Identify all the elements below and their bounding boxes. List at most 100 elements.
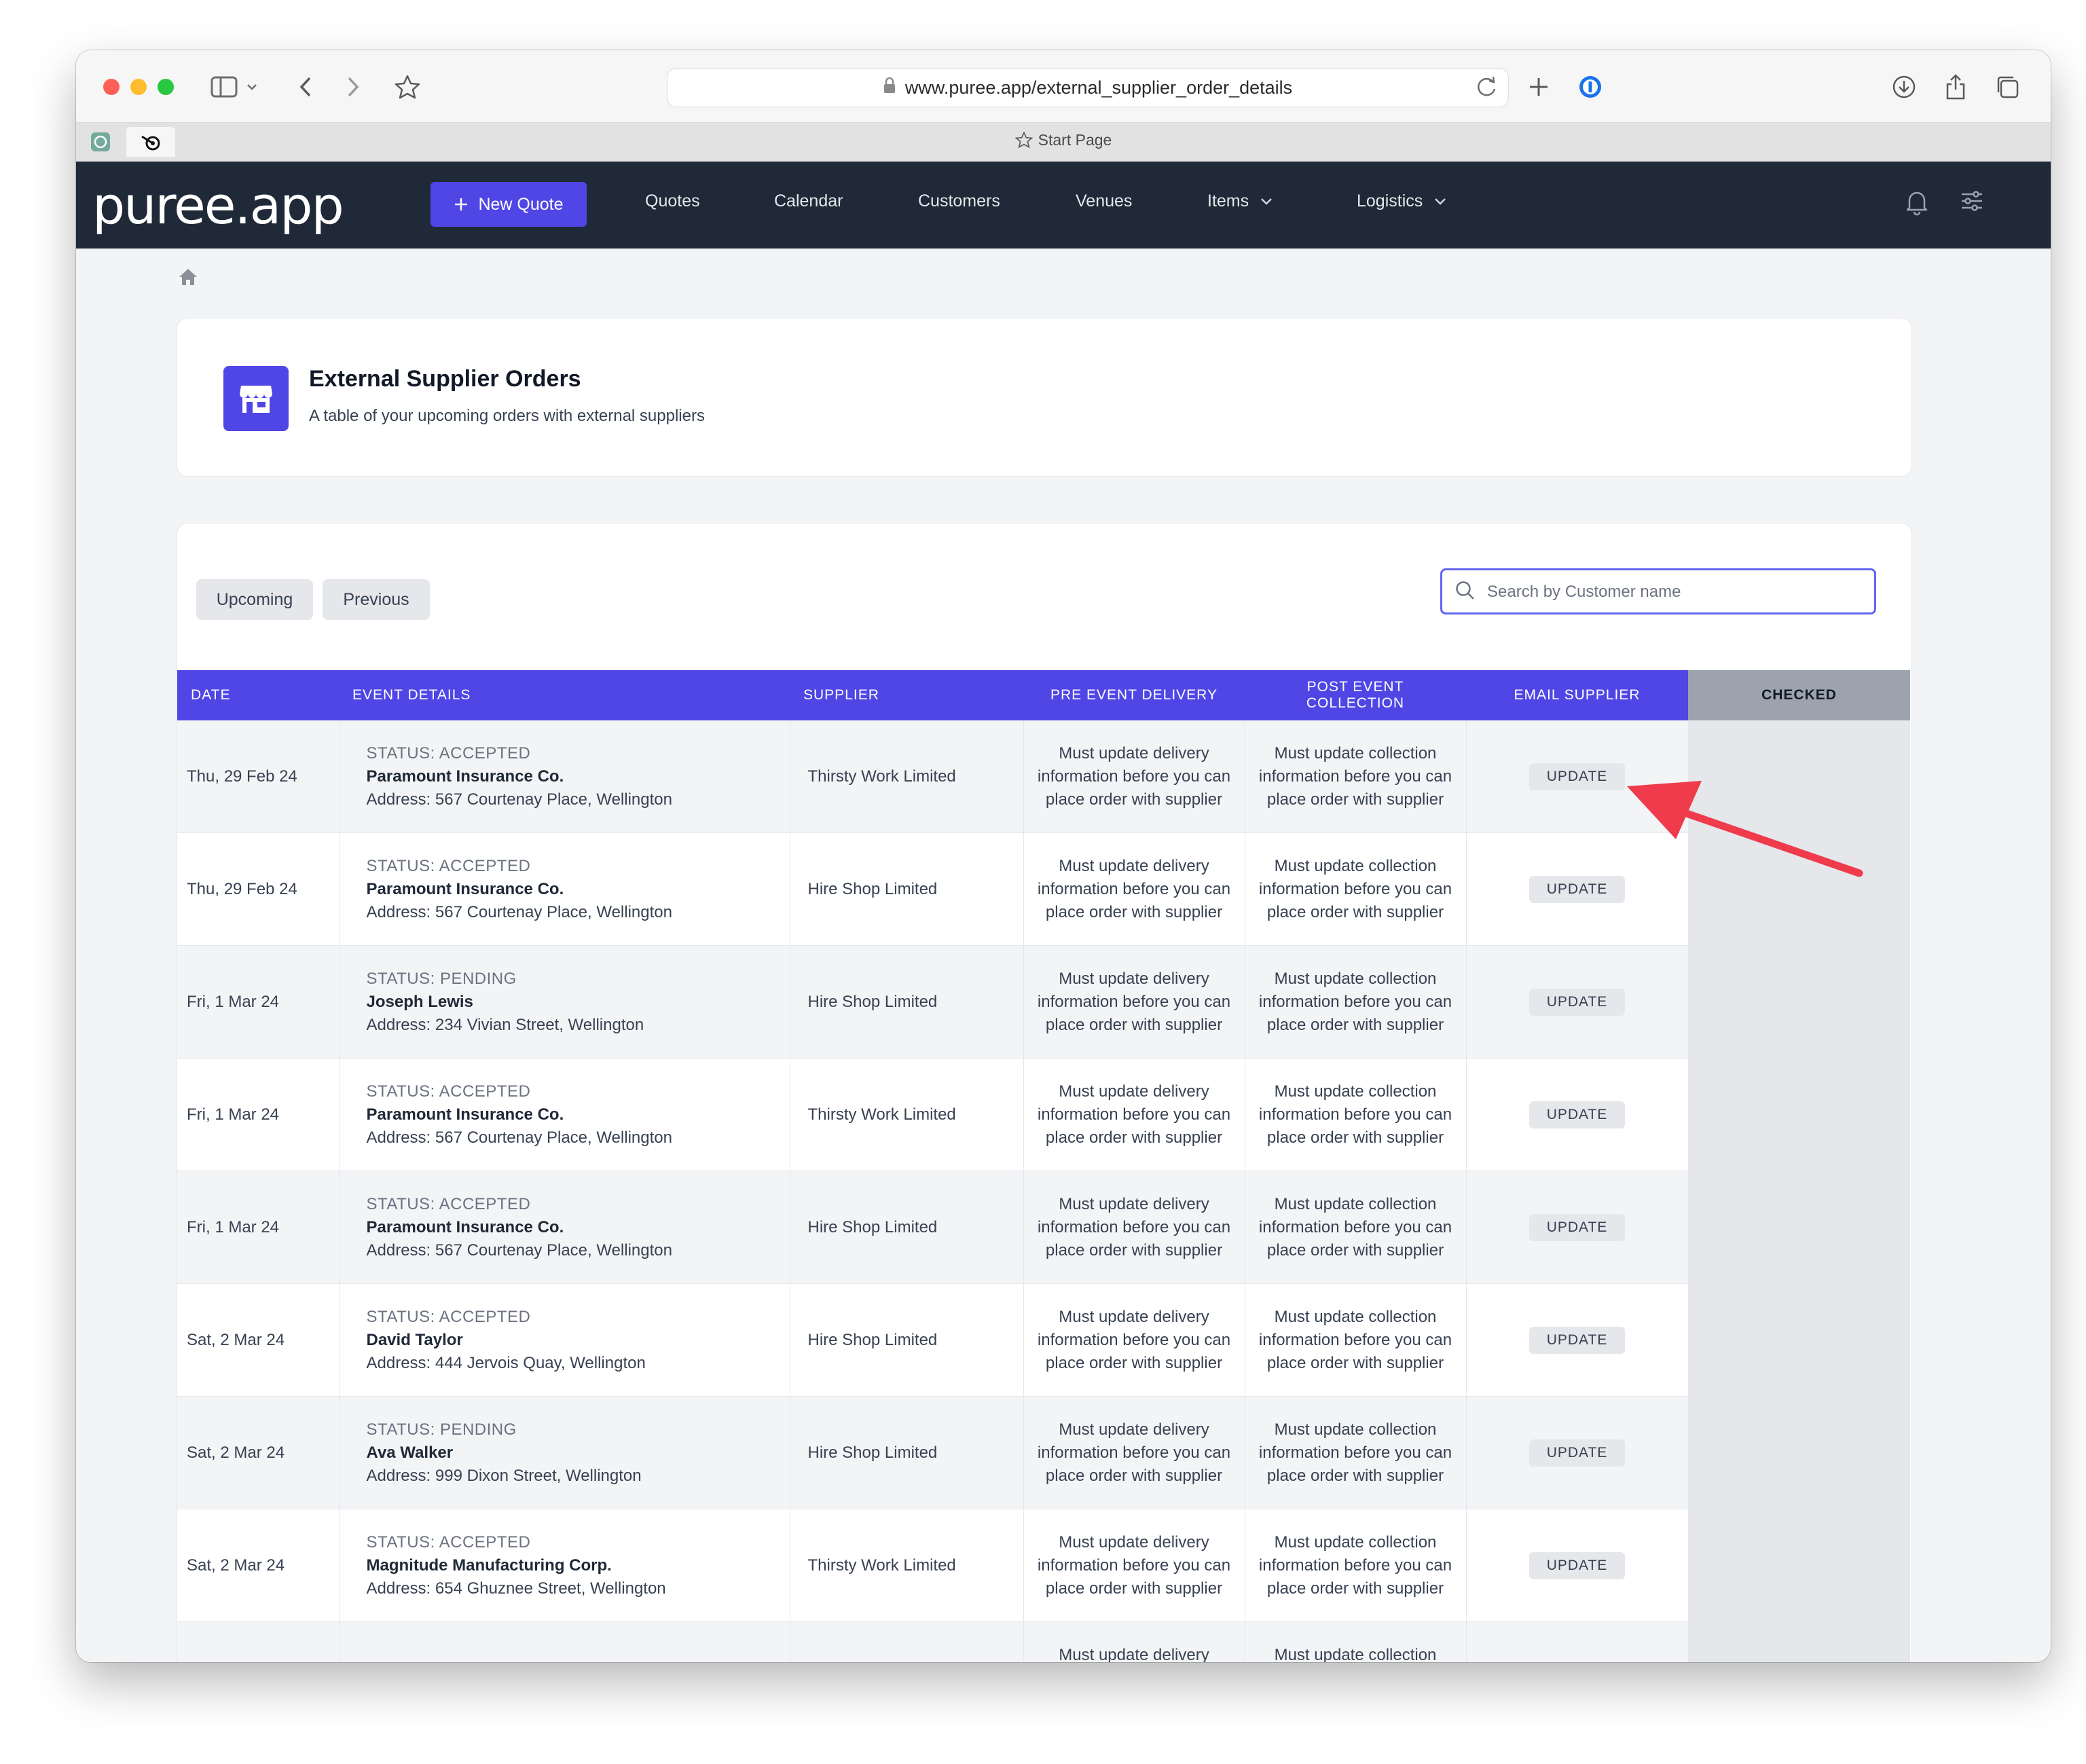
address-bar[interactable]: www.puree.app/external_supplier_order_de…: [667, 68, 1509, 107]
col-supplier[interactable]: SUPPLIER: [790, 670, 1023, 720]
cell-date: Thu, 29 Feb 24: [177, 720, 340, 833]
share-icon[interactable]: [1939, 71, 1972, 103]
cell-event-details: STATUS: ACCEPTED Paramount Insurance Co. A…: [339, 1171, 790, 1284]
cell-pre-event-delivery: Must update delivery information before …: [1023, 832, 1245, 946]
col-email-supplier[interactable]: EMAIL SUPPLIER: [1466, 670, 1688, 720]
nav-items-label: Items: [1207, 191, 1249, 210]
cell-supplier: [790, 1621, 1024, 1662]
address-text: Address: 999 Dixon Street, Wellington: [366, 1466, 642, 1485]
update-button[interactable]: UPDATE: [1529, 1101, 1626, 1128]
status-text: STATUS: PENDING: [366, 969, 517, 988]
cell-checked[interactable]: [1688, 1058, 1910, 1171]
tab-title-text: Start Page: [1038, 131, 1112, 149]
update-button[interactable]: UPDATE: [1529, 988, 1626, 1016]
settings-sliders-icon[interactable]: [1960, 189, 1984, 217]
cell-checked[interactable]: [1688, 945, 1910, 1059]
col-post-event-collection[interactable]: POST EVENT COLLECTION: [1245, 670, 1466, 720]
bookmark-star-icon[interactable]: [391, 71, 424, 103]
customer-name: Paramount Insurance Co.: [366, 879, 564, 898]
nav-logistics[interactable]: Logistics: [1357, 191, 1447, 211]
cell-pre-event-delivery: Must update delivery information before …: [1023, 1509, 1245, 1622]
update-button[interactable]: UPDATE: [1529, 1551, 1626, 1579]
cell-supplier: Thirsty Work Limited: [790, 720, 1024, 833]
cell-email-supplier: UPDATE: [1466, 1283, 1689, 1397]
customer-name: David Taylor: [366, 1330, 463, 1349]
plus-icon: [455, 198, 468, 210]
update-button[interactable]: UPDATE: [1529, 1213, 1626, 1241]
reload-icon[interactable]: [1474, 74, 1499, 105]
supplier-name: Hire Shop Limited: [807, 1217, 938, 1236]
update-button[interactable]: UPDATE: [1529, 762, 1626, 790]
col-date[interactable]: DATE: [177, 670, 339, 720]
cell-post-event-collection: Must update collection information befor…: [1245, 1171, 1467, 1284]
tab-upcoming[interactable]: Upcoming: [196, 579, 313, 620]
customer-name: Ava Walker: [366, 1443, 454, 1462]
update-button[interactable]: UPDATE: [1529, 1439, 1626, 1467]
app-navbar: puree.app New Quote Quotes Calendar Cust…: [76, 162, 2051, 249]
page-subtitle: A table of your upcoming orders with ext…: [309, 407, 705, 425]
col-event-details[interactable]: EVENT DETAILS: [339, 670, 790, 720]
post-event-text: Must update collection information befor…: [1258, 1082, 1452, 1147]
cell-pre-event-delivery: Must update delivery information before …: [1023, 720, 1245, 833]
password-manager-icon[interactable]: [1574, 71, 1607, 103]
nav-calendar[interactable]: Calendar: [774, 191, 843, 211]
col-checked[interactable]: CHECKED: [1688, 670, 1910, 720]
zoom-window-button[interactable]: [158, 79, 174, 95]
nav-quotes[interactable]: Quotes: [645, 191, 700, 211]
search-input[interactable]: [1486, 570, 1869, 614]
close-window-button[interactable]: [103, 79, 120, 95]
home-icon[interactable]: [178, 268, 198, 290]
minimize-window-button[interactable]: [130, 79, 147, 95]
tab-title[interactable]: Start Page: [76, 131, 2051, 149]
customer-search: [1440, 568, 1876, 614]
cell-checked[interactable]: [1688, 720, 1910, 833]
cell-checked[interactable]: [1688, 1283, 1910, 1397]
supplier-name: Thirsty Work Limited: [807, 767, 956, 786]
star-icon: [1014, 131, 1033, 149]
cell-checked[interactable]: [1688, 1396, 1910, 1509]
chevron-down-icon[interactable]: [242, 71, 262, 103]
cell-checked[interactable]: [1688, 1621, 1910, 1662]
cell-pre-event-delivery: Must update delivery information before …: [1023, 1283, 1245, 1397]
cell-pre-event-delivery: Must update delivery information before …: [1023, 1396, 1245, 1509]
cell-date: Sat, 2 Mar 24: [177, 1396, 340, 1509]
cell-checked[interactable]: [1688, 832, 1910, 946]
forward-icon[interactable]: [337, 71, 369, 103]
back-icon[interactable]: [289, 71, 322, 103]
cell-event-details: STATUS: ACCEPTED Magnitude Manufacturing …: [339, 1509, 790, 1622]
cell-supplier: Hire Shop Limited: [790, 1171, 1024, 1284]
update-button[interactable]: UPDATE: [1529, 875, 1626, 903]
supplier-name: Hire Shop Limited: [807, 992, 938, 1011]
pre-event-text: Must update delivery information before …: [1037, 856, 1231, 921]
post-event-text: Must update collection information befor…: [1258, 1307, 1452, 1372]
puree-logo[interactable]: puree.app: [92, 171, 344, 239]
tab-overview-icon[interactable]: [1991, 71, 2024, 103]
post-event-text: Must update collection information befor…: [1258, 743, 1452, 809]
table-row: Sat, 2 Mar 24 STATUS: ACCEPTED Magnitude M…: [177, 1509, 1910, 1622]
cell-checked[interactable]: [1688, 1509, 1910, 1622]
nav-items[interactable]: Items: [1207, 191, 1273, 211]
search-icon: [1454, 580, 1475, 604]
new-quote-label: New Quote: [478, 194, 564, 214]
cell-supplier: Thirsty Work Limited: [790, 1509, 1024, 1622]
pre-event-text: Must update delivery information before …: [1037, 1194, 1231, 1260]
update-button[interactable]: UPDATE: [1529, 1326, 1626, 1354]
pre-event-text: Must update delivery information before …: [1037, 969, 1231, 1034]
sidebar-toggle-icon[interactable]: [208, 71, 240, 103]
cell-date: Fri, 1 Mar 24: [177, 1171, 340, 1284]
orders-table-card: Upcoming Previous DATE EVENT DETAILS SUP…: [177, 523, 1912, 1662]
address-text: Address: 567 Courtenay Place, Wellington: [366, 1128, 672, 1147]
nav-customers[interactable]: Customers: [918, 191, 1000, 211]
new-tab-icon[interactable]: [1522, 71, 1555, 103]
col-pre-event-delivery[interactable]: PRE EVENT DELIVERY: [1023, 670, 1245, 720]
tab-previous[interactable]: Previous: [323, 579, 430, 620]
nav-venues[interactable]: Venues: [1076, 191, 1132, 211]
browser-window: www.puree.app/external_supplier_order_de…: [76, 50, 2051, 1662]
new-quote-button[interactable]: New Quote: [431, 182, 587, 227]
cell-checked[interactable]: [1688, 1171, 1910, 1284]
cell-post-event-collection: Must update collection information befor…: [1245, 1058, 1467, 1171]
post-event-text: Must update collection information befor…: [1258, 969, 1452, 1034]
notifications-bell-icon[interactable]: [1905, 189, 1928, 219]
downloads-icon[interactable]: [1888, 71, 1920, 103]
cell-post-event-collection: Must update collection information befor…: [1245, 832, 1467, 946]
